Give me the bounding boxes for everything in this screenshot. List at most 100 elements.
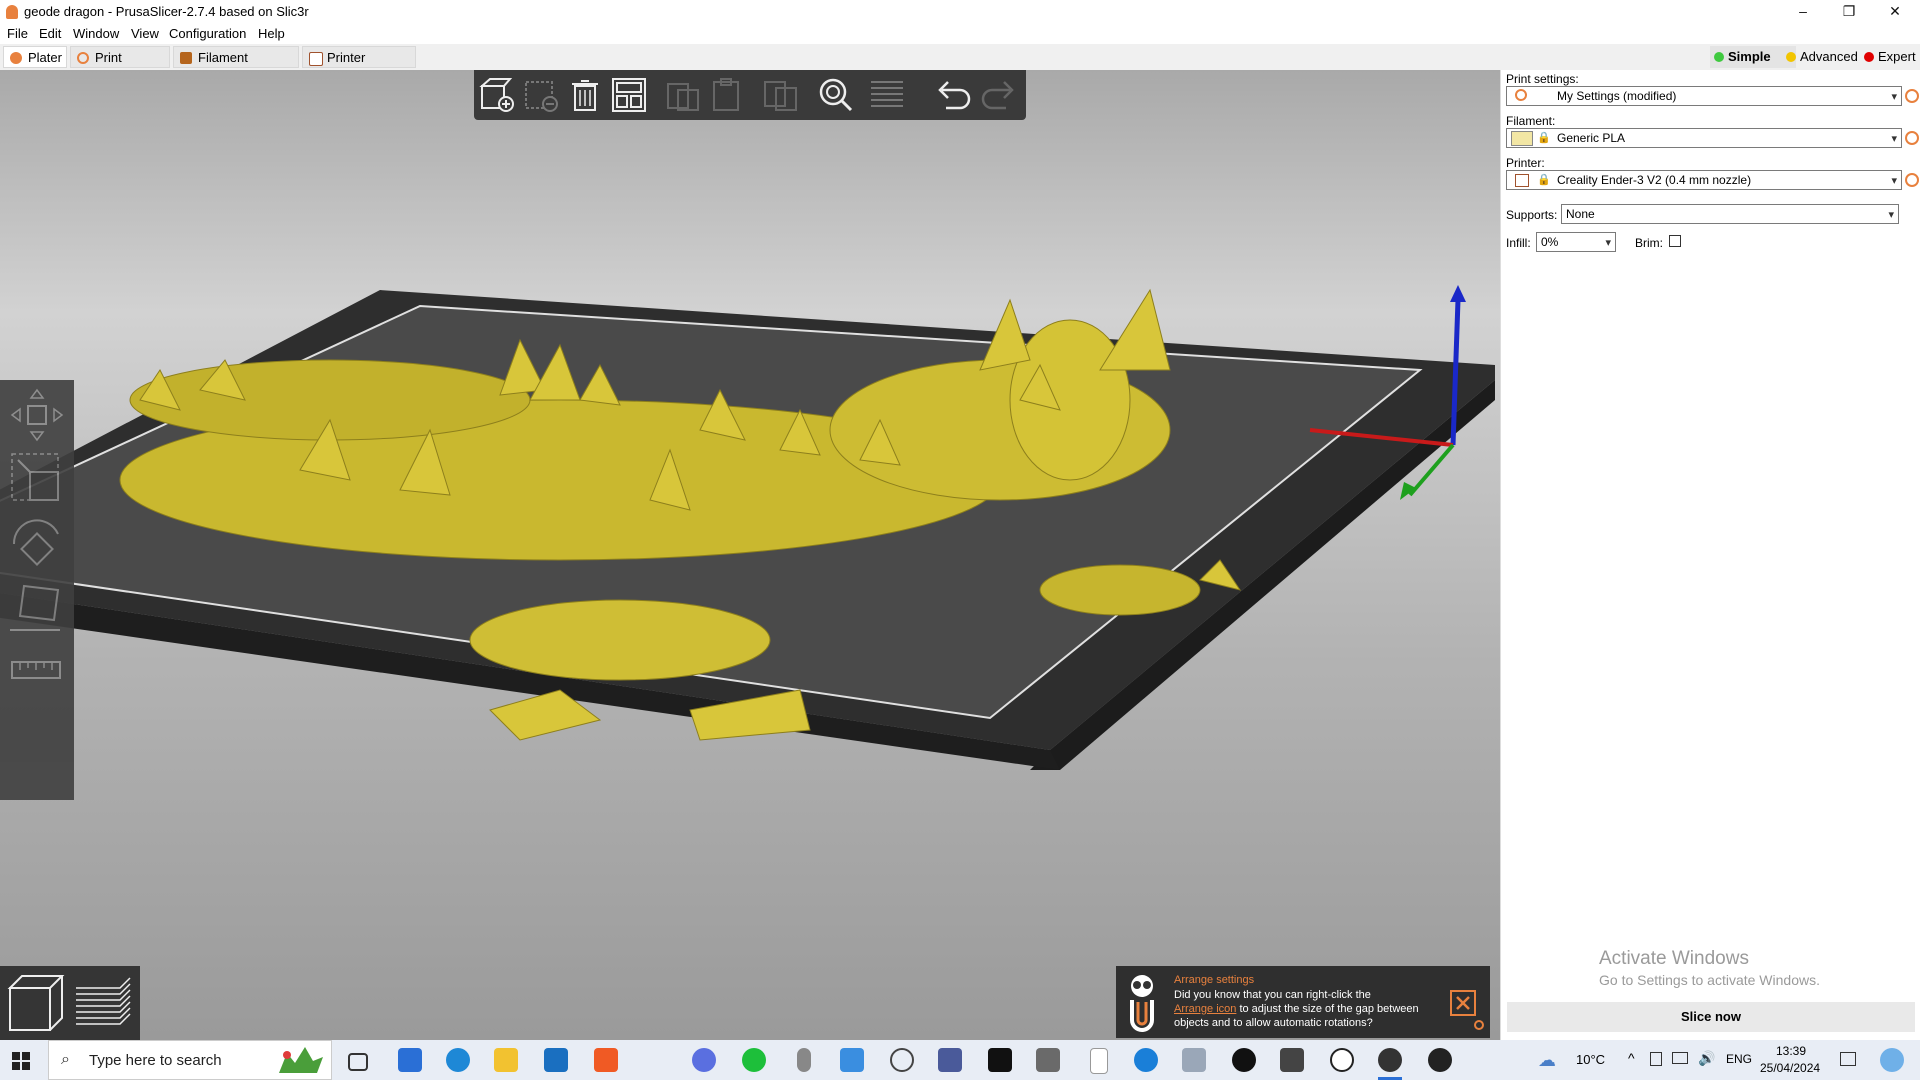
tab-printer-settings[interactable]: Printer Settings — [302, 46, 416, 87]
media-app-icon[interactable] — [938, 1048, 962, 1072]
tab-print-settings[interactable]: Print Settings — [70, 46, 170, 87]
terminal-app-icon[interactable] — [988, 1048, 1012, 1072]
close-button[interactable]: ✕ — [1872, 0, 1918, 24]
3d-view-icon[interactable] — [6, 972, 66, 1034]
tray-chevron-up-icon[interactable]: ^ — [1628, 1050, 1635, 1066]
redo-icon — [981, 81, 1014, 110]
brim-checkbox[interactable] — [1669, 235, 1681, 247]
volume-icon[interactable]: 🔊 — [1698, 1050, 1715, 1067]
close-notification-icon[interactable] — [1450, 990, 1476, 1016]
menu-edit[interactable]: Edit — [39, 26, 61, 41]
arrange-icon-link[interactable]: Arrange icon — [1174, 1003, 1236, 1015]
arrange-icon[interactable] — [610, 76, 648, 114]
tab-filament-settings[interactable]: Filament Settings — [173, 46, 299, 87]
windows-start-icon[interactable] — [12, 1052, 30, 1070]
preview-icon[interactable] — [72, 972, 134, 1034]
clock-app-icon[interactable] — [1330, 1048, 1354, 1072]
measure-icon[interactable] — [8, 642, 66, 700]
arrange-notification: Arrange settings Did you know that you c… — [1116, 966, 1490, 1038]
print-settings-gear-icon[interactable] — [1905, 89, 1919, 103]
infill-combo[interactable]: 0% ▾ — [1536, 232, 1616, 252]
search-icon[interactable] — [816, 76, 854, 114]
mail-icon[interactable] — [544, 1048, 568, 1072]
mode-label: Advanced — [1800, 49, 1858, 64]
combo-value: Generic PLA — [1557, 131, 1626, 145]
notification-line: Did you know that you can right-click th… — [1174, 989, 1371, 1001]
weather-temperature[interactable]: 10°C — [1576, 1052, 1605, 1067]
minecraft-icon[interactable] — [1280, 1048, 1304, 1072]
printer-gear-icon[interactable] — [1905, 173, 1919, 187]
layers-icon — [871, 81, 903, 107]
mode-expert[interactable]: Expert — [1860, 46, 1920, 68]
tab-bar: Plater Print Settings Filament Settings … — [0, 44, 1920, 87]
delete-all-icon[interactable] — [566, 76, 604, 114]
notifications-icon[interactable] — [1840, 1052, 1856, 1066]
menu-window[interactable]: Window — [73, 26, 119, 41]
f-app-icon[interactable] — [840, 1048, 864, 1072]
filament-gear-icon[interactable] — [1905, 131, 1919, 145]
z-axis-arrow — [1450, 285, 1466, 302]
place-on-face-icon[interactable] — [8, 578, 66, 636]
move-icon[interactable] — [8, 386, 66, 444]
supports-combo[interactable]: None ▾ — [1561, 204, 1899, 224]
lock-icon: 🔒 — [1537, 174, 1551, 186]
device-tray-icon[interactable] — [1650, 1052, 1662, 1066]
filament-combo[interactable]: 🔒 Generic PLA ▾ — [1506, 128, 1902, 148]
maximize-button[interactable]: ❐ — [1826, 0, 1872, 24]
clock-time[interactable]: 13:39 — [1776, 1044, 1806, 1058]
add-icon[interactable] — [478, 76, 516, 114]
task-view-icon[interactable] — [348, 1053, 368, 1071]
weather-cloud-icon: ☁ — [1538, 1050, 1556, 1070]
clock-date[interactable]: 25/04/2024 — [1760, 1061, 1820, 1075]
network-icon[interactable] — [1672, 1052, 1688, 1064]
edge-browser-icon[interactable] — [446, 1048, 470, 1072]
search-placeholder: Type here to search — [89, 1052, 222, 1069]
rotate-icon[interactable] — [8, 514, 66, 572]
tab-plater[interactable]: Plater — [3, 46, 67, 68]
instances-icon — [764, 81, 797, 111]
plater-icon — [10, 52, 22, 64]
undo-icon[interactable] — [934, 76, 972, 114]
steam-icon[interactable] — [1232, 1048, 1256, 1072]
green-app-icon[interactable] — [742, 1048, 766, 1072]
brave-browser-icon[interactable] — [594, 1048, 618, 1072]
file-explorer-icon[interactable] — [494, 1048, 518, 1072]
minimize-button[interactable]: – — [1780, 0, 1826, 24]
settings-gear-icon[interactable] — [890, 1048, 914, 1072]
window-title: geode dragon - PrusaSlicer-2.7.4 based o… — [24, 4, 309, 19]
print-settings-combo[interactable]: My Settings (modified) ▾ — [1506, 86, 1902, 106]
obs-icon[interactable] — [1428, 1048, 1452, 1072]
scale-icon[interactable] — [8, 450, 66, 508]
microsoft-store-icon[interactable] — [398, 1048, 422, 1072]
notification-line: to adjust the size of the gap between — [1239, 1003, 1419, 1015]
prusaslicer-taskbar-icon[interactable] — [1378, 1048, 1402, 1072]
mouse-app-icon[interactable] — [797, 1048, 811, 1072]
print-settings-icon — [77, 52, 89, 64]
slice-now-button[interactable]: Slice now — [1507, 1002, 1915, 1032]
menu-view[interactable]: View — [131, 26, 159, 41]
calculator-icon[interactable] — [1036, 1048, 1060, 1072]
combo-value: None — [1566, 207, 1595, 221]
copy-icon — [667, 83, 699, 111]
c-app-icon[interactable] — [1134, 1048, 1158, 1072]
photos-icon[interactable] — [1182, 1048, 1206, 1072]
notification-settings-icon[interactable] — [1474, 1020, 1484, 1030]
combo-value: My Settings (modified) — [1557, 89, 1677, 103]
print-settings-label: Print settings: — [1506, 72, 1579, 86]
language-indicator[interactable]: ENG — [1726, 1052, 1752, 1066]
menu-configuration[interactable]: Configuration — [169, 26, 246, 41]
menu-help[interactable]: Help — [258, 26, 285, 41]
top-toolbar — [474, 70, 1026, 120]
mode-label: Simple — [1728, 49, 1771, 64]
document-icon[interactable] — [1090, 1048, 1108, 1074]
vpn-app-icon[interactable] — [692, 1048, 716, 1072]
supports-label: Supports: — [1506, 208, 1558, 222]
printer-combo[interactable]: 🔒 Creality Ender-3 V2 (0.4 mm nozzle) ▾ — [1506, 170, 1902, 190]
notification-line: objects and to allow automatic rotations… — [1174, 1017, 1373, 1029]
menu-file[interactable]: File — [7, 26, 28, 41]
weather-widget-icon[interactable] — [1880, 1048, 1904, 1072]
taskbar-search-box[interactable]: ⌕ Type here to search — [48, 1040, 332, 1080]
search-highlight-dragon-icon — [279, 1047, 323, 1073]
3d-viewport[interactable]: Arrange settings Did you know that you c… — [0, 70, 1500, 1040]
notification-body: Did you know that you can right-click th… — [1174, 988, 1444, 1030]
